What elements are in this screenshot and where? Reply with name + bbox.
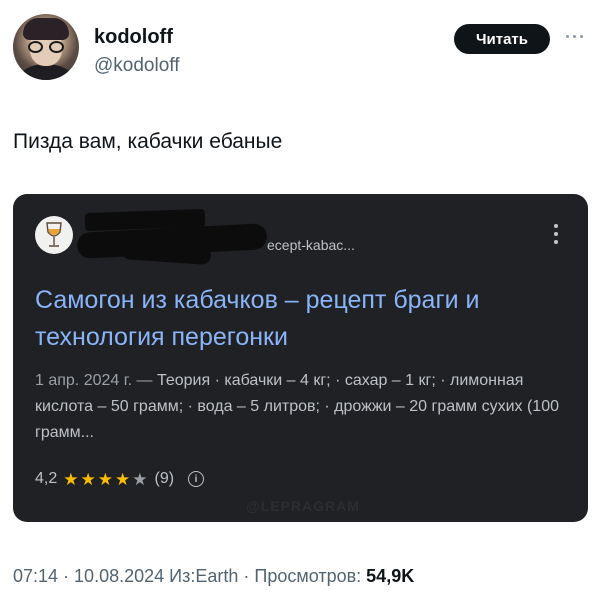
tweet-meta: 07:14 · 10.08.2024 Из:Earth · Просмотров… (13, 566, 415, 586)
rating-stars: ★ ★ ★ ★ ★ (63, 471, 147, 488)
review-count: (9) (154, 470, 175, 487)
star-filled-icon: ★ (97, 469, 113, 489)
result-date: 1 апр. 2024 г. — (35, 372, 157, 389)
tweet-time[interactable]: 07:14 (13, 566, 58, 586)
avatar[interactable] (13, 14, 79, 80)
star-filled-icon: ★ (115, 469, 131, 489)
tweet-source: Из:Earth (169, 566, 239, 586)
rating-value: 4,2 (35, 470, 58, 487)
tweet-date[interactable]: 10.08.2024 (74, 566, 164, 586)
more-options-icon[interactable] (566, 31, 590, 41)
avatar-glasses (28, 41, 64, 53)
wine-glass-icon (35, 216, 73, 254)
search-result-card[interactable]: ecept-kabac... Самогон из кабачков – рец… (13, 194, 588, 522)
star-filled-icon: ★ (80, 469, 96, 489)
star-filled-icon: ★ (63, 469, 79, 489)
views-label: Просмотров: (254, 566, 362, 586)
kebab-menu-icon[interactable] (553, 224, 559, 244)
result-snippet: 1 апр. 2024 г. — Теория · кабачки – 4 кг… (35, 368, 570, 446)
author-handle[interactable]: @kodoloff (94, 55, 180, 77)
watermark: @LEPRAGRAM (246, 498, 360, 514)
rating-row: 4,2 ★ ★ ★ ★ ★ (9) i (35, 470, 205, 488)
result-url[interactable]: ecept-kabac... (267, 237, 355, 253)
avatar-body (19, 64, 73, 80)
follow-button[interactable]: Читать (454, 24, 550, 54)
tweet-text: Пизда вам, кабачки ебаные (13, 130, 283, 153)
author-name[interactable]: kodoloff (94, 26, 173, 49)
result-title-link[interactable]: Самогон из кабачков – рецепт браги и тех… (35, 282, 575, 356)
views-count: 54,9K (366, 566, 415, 586)
info-icon[interactable]: i (188, 471, 205, 487)
avatar-hair (23, 18, 69, 40)
star-empty-icon: ★ (132, 469, 148, 489)
